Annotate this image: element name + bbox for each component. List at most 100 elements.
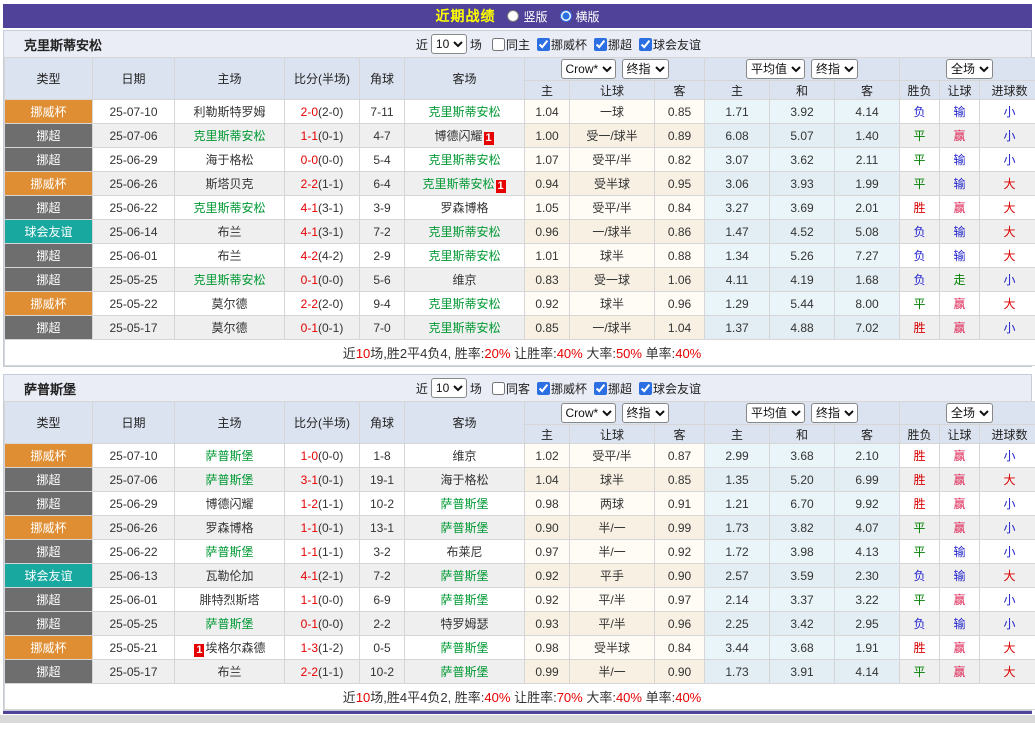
team-name: 萨普斯堡 (205, 545, 254, 559)
eliteserien-checkbox[interactable] (593, 37, 607, 51)
bookmaker-select[interactable]: Crow* (560, 403, 616, 423)
team-name: 布兰 (217, 665, 242, 679)
goals-result: 小 (979, 515, 1035, 540)
match-type-badge: 挪超 (4, 659, 93, 684)
match-date: 25-06-14 (92, 219, 175, 244)
match-row: 挪超 25-06-29 海于格松 0-0(0-0) 5-4 克里斯蒂安松 1.07 受平/半 0… (4, 147, 1035, 172)
crow-home-odds: 1.01 (524, 243, 570, 268)
average-select[interactable]: 平均值 (746, 403, 806, 423)
friendly-checkbox[interactable] (638, 381, 652, 395)
avg-away-odds: 8.00 (834, 291, 901, 316)
match-row: 挪威杯 25-07-10 萨普斯堡 1-0(0-0) 1-8 维京 1.02 受平/半 0.87… (4, 443, 1035, 468)
norway-cup-checkbox[interactable] (536, 37, 550, 51)
fulltime-score: 4-1 (300, 200, 318, 215)
same-venue-checkbox[interactable] (491, 381, 505, 395)
fulltime-score: 2-2 (300, 176, 318, 191)
match-date: 25-05-25 (92, 611, 175, 636)
home-team: 克里斯蒂安松 (174, 195, 285, 220)
fulltime-score: 1-3 (300, 640, 318, 655)
col-home: 主场 (174, 401, 285, 444)
recent-count-select[interactable]: 10 (430, 378, 467, 398)
scope-group-header: 全场 (899, 401, 1035, 425)
corner-count: 1-8 (359, 443, 405, 468)
final-odds-select[interactable]: 终指 (621, 59, 669, 79)
avg-home-odds: 1.71 (704, 99, 771, 124)
average-select[interactable]: 平均值 (746, 59, 806, 79)
col-crow-away: 客 (653, 424, 706, 444)
recent-count-select[interactable]: 10 (430, 34, 467, 54)
corner-count: 9-4 (359, 291, 405, 316)
summary-part: 近 (342, 346, 356, 361)
summary-part: 40% (615, 690, 642, 705)
home-team: 布兰 (174, 219, 285, 244)
fulltime-select[interactable]: 全场 (946, 403, 994, 423)
team-name: 萨普斯堡 (440, 569, 489, 583)
avg-draw-odds: 3.68 (769, 443, 836, 468)
crow-home-odds: 0.85 (524, 315, 570, 340)
same-venue-option[interactable]: 同主 (485, 36, 530, 53)
vertical-layout-radio[interactable] (507, 10, 520, 22)
crow-home-odds: 0.93 (524, 611, 570, 636)
summary-part: 70% (556, 690, 583, 705)
wdl-result: 胜 (899, 443, 941, 468)
match-score: 1-2(1-1) (284, 491, 360, 516)
average-group-header: 平均值 终指 (704, 57, 901, 81)
league-filter-eliteserien[interactable]: 挪超 (587, 36, 632, 53)
team-name: 莫尔德 (211, 297, 248, 311)
fulltime-score: 4-1 (300, 224, 318, 239)
avg-away-odds: 1.40 (834, 123, 901, 148)
halftime-score: (1-2) (318, 640, 344, 655)
avg-draw-odds: 5.26 (769, 243, 836, 268)
avg-home-odds: 1.72 (704, 539, 771, 564)
horizontal-layout-radio[interactable] (559, 10, 572, 22)
avg-draw-odds: 3.59 (769, 563, 836, 588)
col-avg-away: 客 (834, 424, 901, 444)
away-team: 克里斯蒂安松 (404, 147, 525, 172)
vertical-layout-option[interactable]: 竖版 (507, 8, 548, 25)
fulltime-select[interactable]: 全场 (946, 59, 994, 79)
match-type-badge: 挪威杯 (4, 171, 93, 196)
same-venue-option[interactable]: 同客 (485, 380, 530, 397)
corner-count: 7-2 (359, 563, 405, 588)
col-handicap: 让球 (569, 80, 655, 100)
match-date: 25-06-01 (92, 243, 175, 268)
corner-count: 2-9 (359, 243, 405, 268)
average-final-select[interactable]: 终指 (811, 59, 859, 79)
friendly-checkbox[interactable] (638, 37, 652, 51)
avg-away-odds: 3.22 (834, 587, 901, 612)
col-corner: 角球 (359, 57, 405, 100)
league-filter-friendly[interactable]: 球会友谊 (632, 36, 701, 53)
final-odds-select[interactable]: 终指 (621, 403, 669, 423)
recent-label: 近 (415, 381, 428, 396)
norway-cup-checkbox[interactable] (536, 381, 550, 395)
wdl-result: 平 (899, 291, 941, 316)
away-team: 萨普斯堡 (404, 563, 525, 588)
halftime-score: (1-1) (318, 544, 344, 559)
league-filter-norway-cup[interactable]: 挪威杯 (530, 380, 587, 397)
eliteserien-checkbox[interactable] (593, 381, 607, 395)
horizontal-layout-option[interactable]: 横版 (559, 8, 600, 25)
team-name: 克里斯蒂安松 (193, 273, 266, 287)
same-venue-checkbox[interactable] (491, 37, 505, 51)
handicap-line: 受一球 (569, 267, 655, 292)
avg-away-odds: 4.07 (834, 515, 901, 540)
corner-count: 5-4 (359, 147, 405, 172)
crow-away-odds: 0.82 (653, 147, 706, 172)
league-filter-friendly[interactable]: 球会友谊 (632, 380, 701, 397)
match-score: 1-0(0-0) (284, 443, 360, 468)
wdl-result: 平 (899, 587, 941, 612)
average-group-header: 平均值 终指 (704, 401, 901, 425)
eliteserien-label: 挪超 (607, 37, 632, 52)
league-filter-norway-cup[interactable]: 挪威杯 (530, 36, 587, 53)
halftime-score: (0-1) (318, 472, 344, 487)
wdl-result: 胜 (899, 467, 941, 492)
home-team: 莫尔德 (174, 291, 285, 316)
league-filter-eliteserien[interactable]: 挪超 (587, 380, 632, 397)
same-venue-label: 同主 (505, 37, 530, 52)
average-final-select[interactable]: 终指 (811, 403, 859, 423)
bookmaker-select[interactable]: Crow* (560, 59, 616, 79)
away-team: 萨普斯堡 (404, 587, 525, 612)
handicap-line: 受平/半 (569, 195, 655, 220)
away-team: 萨普斯堡 (404, 659, 525, 684)
avg-away-odds: 4.13 (834, 539, 901, 564)
